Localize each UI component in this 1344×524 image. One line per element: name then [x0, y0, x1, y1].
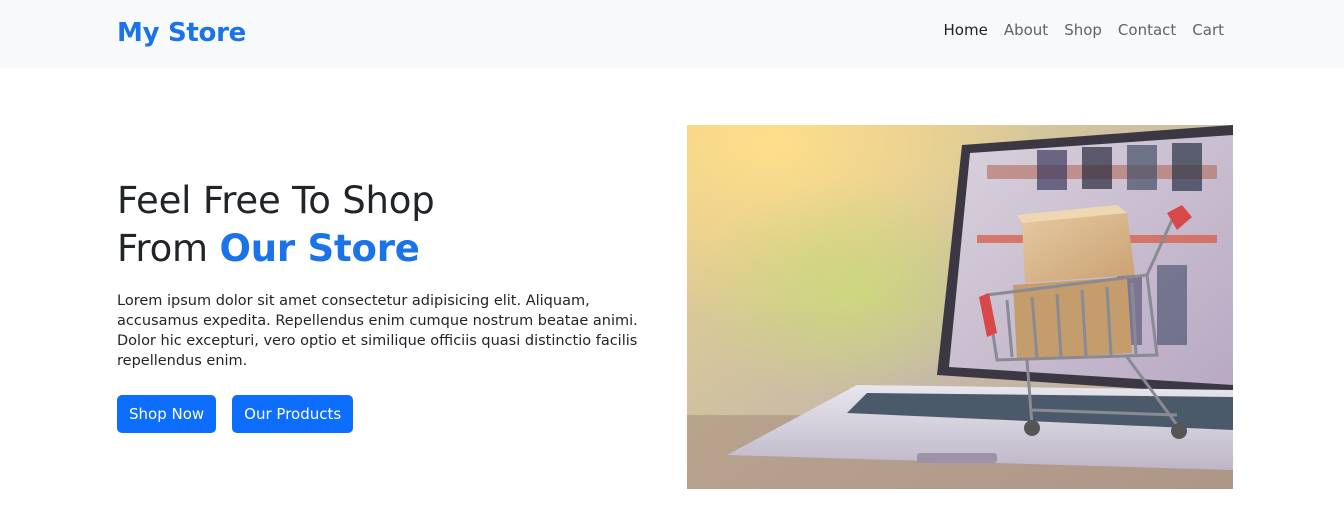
brand-logo-link[interactable]: My Store: [117, 18, 246, 48]
nav-link-shop[interactable]: Shop: [1064, 20, 1102, 40]
hero-title: Feel Free To Shop From Our Store: [117, 177, 677, 273]
hero-image: [687, 125, 1233, 489]
hero-title-accent: Our Store: [219, 227, 420, 270]
hero-section: Feel Free To Shop From Our Store Lorem i…: [117, 177, 677, 433]
nav-link-about[interactable]: About: [1004, 20, 1048, 40]
our-products-button[interactable]: Our Products: [232, 395, 354, 433]
nav-links: Home About Shop Contact Cart: [944, 20, 1224, 40]
hero-title-line1: Feel Free To Shop: [117, 179, 435, 222]
hero-description: Lorem ipsum dolor sit amet consectetur a…: [117, 293, 638, 369]
navbar: My Store Home About Shop Contact Cart: [0, 0, 1344, 68]
nav-link-contact[interactable]: Contact: [1118, 20, 1176, 40]
laptop-shopping-cart-image: [687, 125, 1233, 489]
nav-link-home[interactable]: Home: [944, 20, 988, 40]
hero-button-row: Shop Now Our Products: [117, 395, 677, 433]
nav-link-cart[interactable]: Cart: [1192, 20, 1224, 40]
hero-title-prefix: From: [117, 227, 220, 270]
shop-now-button[interactable]: Shop Now: [117, 395, 217, 433]
